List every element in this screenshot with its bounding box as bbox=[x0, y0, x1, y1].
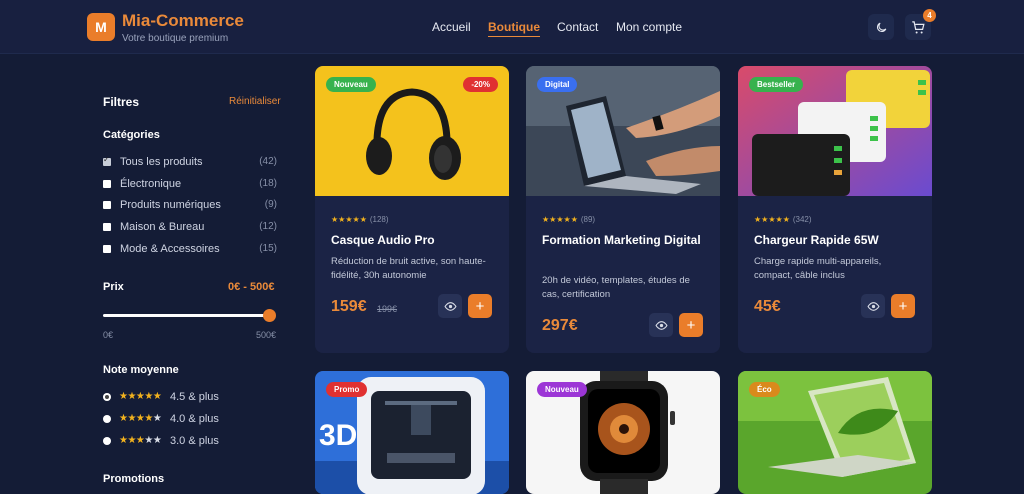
moon-icon bbox=[876, 22, 886, 32]
cart-icon bbox=[911, 20, 925, 33]
product-badge: Nouveau bbox=[326, 77, 376, 92]
category-checkbox[interactable] bbox=[103, 201, 111, 209]
category-count: (15) bbox=[259, 243, 277, 254]
category-count: (12) bbox=[259, 221, 277, 232]
rating-stars: ★★★★★ bbox=[754, 215, 790, 224]
rating-stars: ★★★★★ bbox=[119, 435, 162, 446]
category-checkbox[interactable] bbox=[103, 180, 111, 188]
category-label: Maison & Bureau bbox=[120, 221, 205, 233]
brand-tagline: Votre boutique premium bbox=[122, 33, 229, 44]
product-card-montre[interactable]: Nouveau bbox=[526, 371, 720, 494]
product-badge: Digital bbox=[537, 77, 578, 92]
category-label: Électronique bbox=[120, 178, 182, 190]
top-header: M Mia-Commerce Votre boutique premium Ac… bbox=[0, 0, 1024, 54]
price-min-label: 0€ bbox=[103, 330, 114, 340]
product-card-chargeur[interactable]: Bestseller ★★★★★ (342) Chargeur Rapide 65… bbox=[738, 66, 932, 353]
product-card-casque[interactable]: Nouveau -20% ★★★★★ (128) Casque Audio Pro… bbox=[315, 66, 509, 353]
product-badge: Bestseller bbox=[749, 77, 804, 92]
rating-title: Note moyenne bbox=[103, 364, 179, 376]
product-old-price: 199€ bbox=[377, 304, 398, 314]
review-count: (128) bbox=[369, 215, 389, 224]
add-to-cart-button[interactable]: + bbox=[891, 294, 915, 318]
plus-icon: + bbox=[475, 297, 485, 315]
category-count: (9) bbox=[264, 199, 277, 210]
review-count: (342) bbox=[792, 215, 812, 224]
eye-icon bbox=[866, 301, 880, 311]
quick-view-button[interactable] bbox=[438, 294, 462, 318]
quick-view-button[interactable] bbox=[861, 294, 885, 318]
nav-contact[interactable]: Contact bbox=[557, 20, 598, 34]
product-description: Réduction de bruit active, son haute-fid… bbox=[331, 256, 486, 281]
cart-count-badge: 4 bbox=[923, 9, 936, 22]
product-price: 159€ bbox=[331, 298, 367, 315]
product-badge: Promo bbox=[326, 382, 368, 397]
category-checkbox[interactable] bbox=[103, 223, 111, 231]
category-label: Mode & Accessoires bbox=[120, 243, 220, 255]
category-checkbox[interactable] bbox=[103, 155, 111, 166]
category-label: Tous les produits bbox=[120, 156, 203, 168]
category-checkbox[interactable] bbox=[103, 245, 111, 253]
rating-label: 3.0 & plus bbox=[170, 435, 219, 447]
product-description: 20h de vidéo, templates, études de cas, … bbox=[542, 275, 690, 300]
plus-icon: + bbox=[898, 297, 908, 315]
review-count: (89) bbox=[580, 215, 596, 224]
plus-icon: + bbox=[686, 316, 696, 334]
price-title: Prix bbox=[103, 281, 124, 293]
reset-filters-link[interactable]: Réinitialiser bbox=[229, 96, 281, 107]
product-description: Charge rapide multi-appareils, compact, … bbox=[754, 256, 882, 281]
product-card-formation[interactable]: Digital ★★★★★ (89) Formation Marketing Di… bbox=[526, 66, 720, 353]
rating-stars: ★★★★★ bbox=[119, 391, 162, 402]
price-max-label: 500€ bbox=[256, 330, 277, 340]
rating-label: 4.5 & plus bbox=[170, 391, 219, 403]
product-rating: ★★★★★ (89) bbox=[542, 215, 595, 224]
rating-radio[interactable] bbox=[103, 393, 111, 401]
categories-title: Catégories bbox=[103, 129, 160, 141]
add-to-cart-button[interactable]: + bbox=[679, 313, 703, 337]
rating-stars: ★★★★★ bbox=[119, 413, 162, 424]
product-title[interactable]: Casque Audio Pro bbox=[331, 231, 501, 250]
product-card-imprimante-3d[interactable]: 3D Promo bbox=[315, 371, 509, 494]
product-title[interactable]: Formation Marketing Digital bbox=[542, 231, 712, 250]
category-count: (42) bbox=[259, 156, 277, 167]
nav-boutique[interactable]: Boutique bbox=[488, 20, 540, 37]
price-slider-track[interactable] bbox=[103, 314, 269, 317]
promotions-title: Promotions bbox=[103, 473, 165, 485]
price-slider-thumb[interactable] bbox=[263, 309, 276, 322]
rating-stars: ★★★★★ bbox=[331, 215, 367, 224]
theme-toggle-button[interactable] bbox=[868, 14, 894, 40]
product-rating: ★★★★★ (128) bbox=[331, 215, 389, 224]
rating-radio[interactable] bbox=[103, 415, 111, 423]
category-mode-accessoires[interactable]: Mode & Accessoires (15) bbox=[103, 243, 277, 257]
nav-mon-compte[interactable]: Mon compte bbox=[616, 20, 682, 34]
quick-view-button[interactable] bbox=[649, 313, 673, 337]
eye-icon bbox=[443, 301, 457, 311]
category-maison-bureau[interactable]: Maison & Bureau (12) bbox=[103, 221, 277, 235]
product-price: 45€ bbox=[754, 298, 781, 315]
add-to-cart-button[interactable]: + bbox=[468, 294, 492, 318]
product-rating: ★★★★★ (342) bbox=[754, 215, 812, 224]
product-title[interactable]: Chargeur Rapide 65W bbox=[754, 231, 924, 250]
product-badge: Éco bbox=[749, 382, 780, 397]
rating-stars: ★★★★★ bbox=[542, 215, 578, 224]
cart-button[interactable]: 4 bbox=[905, 9, 936, 40]
rating-label: 4.0 & plus bbox=[170, 413, 219, 425]
logo-icon[interactable]: M bbox=[87, 13, 115, 41]
discount-badge: -20% bbox=[463, 77, 498, 92]
category-all[interactable]: Tous les produits (42) bbox=[103, 155, 277, 170]
eye-icon bbox=[654, 320, 668, 330]
category-label: Produits numériques bbox=[120, 199, 221, 211]
nav-accueil[interactable]: Accueil bbox=[432, 20, 471, 34]
category-produits-numeriques[interactable]: Produits numériques (9) bbox=[103, 199, 277, 213]
brand-name[interactable]: Mia-Commerce bbox=[122, 11, 244, 31]
category-electronique[interactable]: Électronique (18) bbox=[103, 178, 277, 192]
svg-text:3D: 3D bbox=[319, 419, 357, 452]
rating-radio[interactable] bbox=[103, 437, 111, 445]
price-range-value: 0€ - 500€ bbox=[228, 281, 275, 293]
category-count: (18) bbox=[259, 178, 277, 189]
product-price: 297€ bbox=[542, 317, 578, 334]
product-badge: Nouveau bbox=[537, 382, 587, 397]
product-card-eco[interactable]: Éco bbox=[738, 371, 932, 494]
